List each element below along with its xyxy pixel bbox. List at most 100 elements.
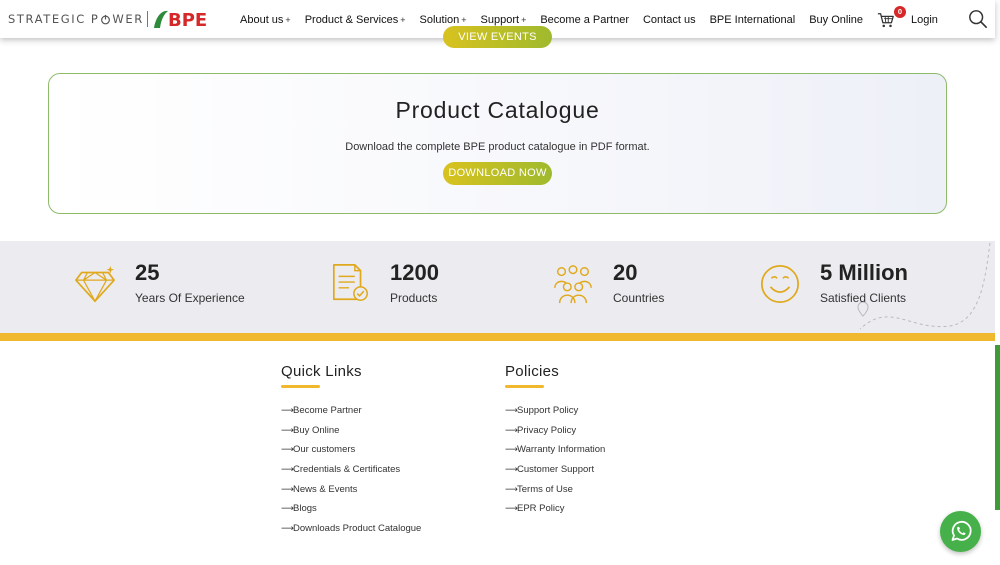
footer-link-buy-online[interactable]: ⟶ Buy Online	[281, 425, 421, 445]
stat-label: Years Of Experience	[135, 291, 245, 305]
arrow-right-icon: ⟶	[505, 464, 518, 475]
site-logo[interactable]: STRATEGIC P WER BPE	[8, 8, 218, 30]
download-now-button[interactable]: DOWNLOAD NOW	[443, 162, 552, 185]
arrow-right-icon: ⟶	[505, 424, 518, 435]
arrow-right-icon: ⟶	[281, 464, 294, 475]
diamond-icon	[75, 265, 115, 303]
link-label: News & Events	[293, 483, 358, 495]
stat-label: Countries	[613, 291, 665, 305]
nav-become-partner[interactable]: Become a Partner	[540, 14, 629, 26]
arrow-right-icon: ⟶	[281, 405, 294, 415]
footer-heading: Quick Links	[281, 363, 362, 380]
side-accent-strip	[995, 345, 1000, 510]
nav-product-services[interactable]: Product & Services +	[305, 14, 406, 26]
logo-text-p: P	[90, 12, 100, 26]
logo-text-strategic: STRATEGIC	[8, 12, 86, 26]
people-group-icon	[554, 265, 592, 304]
footer-heading: Policies	[505, 363, 560, 380]
link-label: Privacy Policy	[517, 424, 577, 436]
quick-links-list: ⟶ Become Partner ⟶ Buy Online ⟶ Our custome…	[281, 405, 421, 543]
plus-icon: +	[521, 15, 527, 25]
footer-link-credentials[interactable]: ⟶ Credentials & Certificates	[281, 464, 421, 484]
nav-label: Become a Partner	[540, 14, 629, 26]
plus-icon: +	[285, 15, 291, 25]
catalogue-description: Download the complete BPE product catalo…	[345, 141, 650, 153]
link-label: Downloads Product Catalogue	[293, 523, 422, 535]
link-label: Credentials & Certificates	[293, 464, 401, 476]
nav-label: Contact us	[642, 14, 696, 26]
footer-policies: Policies ⟶ Support Policy ⟶ Privacy Policy…	[505, 363, 605, 523]
product-catalogue-card: Product Catalogue Download the complete …	[48, 73, 947, 214]
nav-label: Buy Online	[809, 14, 864, 26]
link-label: Customer Support	[517, 464, 595, 476]
footer-link-our-customers[interactable]: ⟶ Our customers	[281, 444, 421, 464]
link-label: Our customers	[293, 444, 356, 456]
arrow-right-icon: ⟶	[281, 523, 294, 534]
smiley-icon	[761, 265, 799, 303]
stat-number: 1200	[390, 260, 439, 285]
heading-underline	[505, 385, 544, 388]
nav-bpe-international[interactable]: BPE International	[710, 14, 796, 26]
whatsapp-icon	[951, 520, 972, 541]
stat-label: Products	[390, 291, 438, 305]
link-label: Terms of Use	[517, 483, 573, 495]
catalogue-title: Product Catalogue	[395, 97, 600, 123]
link-label: Support Policy	[517, 405, 579, 416]
footer-link-blogs[interactable]: ⟶ Blogs	[281, 503, 421, 523]
link-label: EPR Policy	[517, 503, 565, 515]
nav-label: Product & Services	[304, 14, 399, 26]
footer-link-warranty[interactable]: ⟶ Warranty Information	[505, 444, 605, 464]
stat-number: 20	[613, 260, 638, 285]
stat-number: 5 Million	[820, 260, 908, 285]
footer-link-become-partner[interactable]: ⟶ Become Partner	[281, 405, 421, 425]
nav-about-us[interactable]: About us +	[240, 14, 291, 26]
arrow-right-icon: ⟶	[281, 444, 294, 455]
view-events-button[interactable]: VIEW EVENTS	[443, 26, 552, 48]
footer-link-downloads-catalogue[interactable]: ⟶ Downloads Product Catalogue	[281, 523, 421, 543]
arrow-right-icon: ⟶	[281, 483, 294, 494]
nav-label: BPE International	[709, 14, 796, 26]
stat-label: Satisfied Clients	[820, 291, 907, 305]
cart-icon[interactable]	[877, 11, 895, 29]
document-check-icon	[332, 264, 368, 301]
arrow-right-icon: ⟶	[281, 424, 294, 435]
footer-link-news-events[interactable]: ⟶ News & Events	[281, 484, 421, 504]
nav-contact-us[interactable]: Contact us	[643, 14, 696, 26]
footer-link-privacy-policy[interactable]: ⟶ Privacy Policy	[505, 425, 605, 445]
bpe-logo-mark: BPE	[153, 10, 207, 30]
whatsapp-chat-button[interactable]	[940, 511, 981, 552]
arrow-right-icon: ⟶	[505, 503, 518, 514]
plus-icon: +	[461, 15, 467, 25]
heading-underline	[281, 385, 320, 388]
arrow-right-icon: ⟶	[505, 483, 518, 494]
nav-label: Solution	[419, 14, 460, 26]
link-label: Blogs	[293, 503, 317, 515]
login-link[interactable]: Login	[911, 14, 938, 26]
link-label: Warranty Information	[517, 444, 606, 456]
nav-label: Support	[480, 14, 520, 26]
link-label: Become Partner	[293, 405, 362, 416]
stats-band: 25 Years Of Experience 1200 Products 20 …	[0, 241, 995, 333]
dashed-route-decoration	[857, 242, 991, 330]
search-icon[interactable]	[968, 9, 988, 29]
nav-support[interactable]: Support +	[481, 14, 527, 26]
policies-list: ⟶ Support Policy ⟶ Privacy Policy ⟶ Warrant…	[505, 405, 605, 523]
stat-number: 25	[135, 260, 160, 285]
footer-link-epr-policy[interactable]: ⟶ EPR Policy	[505, 503, 605, 523]
plus-icon: +	[400, 15, 406, 25]
cart-count-badge: 0	[894, 6, 906, 18]
logo-text-wer: WER	[112, 12, 144, 26]
nav-buy-online[interactable]: Buy Online	[809, 14, 863, 26]
arrow-right-icon: ⟶	[505, 444, 518, 455]
arrow-right-icon: ⟶	[281, 503, 294, 514]
bpe-brand-text: BPE	[168, 10, 207, 30]
nav-solution[interactable]: Solution +	[420, 14, 467, 26]
footer-quick-links: Quick Links ⟶ Become Partner ⟶ Buy Online …	[281, 363, 421, 543]
accent-divider	[0, 333, 995, 341]
footer-link-customer-support[interactable]: ⟶ Customer Support	[505, 464, 605, 484]
logo-separator	[146, 11, 148, 27]
footer-link-support-policy[interactable]: ⟶ Support Policy	[505, 405, 605, 425]
main-nav: About us + Product & Services + Solution + …	[240, 14, 877, 26]
footer-link-terms[interactable]: ⟶ Terms of Use	[505, 484, 605, 504]
power-icon	[101, 14, 111, 24]
